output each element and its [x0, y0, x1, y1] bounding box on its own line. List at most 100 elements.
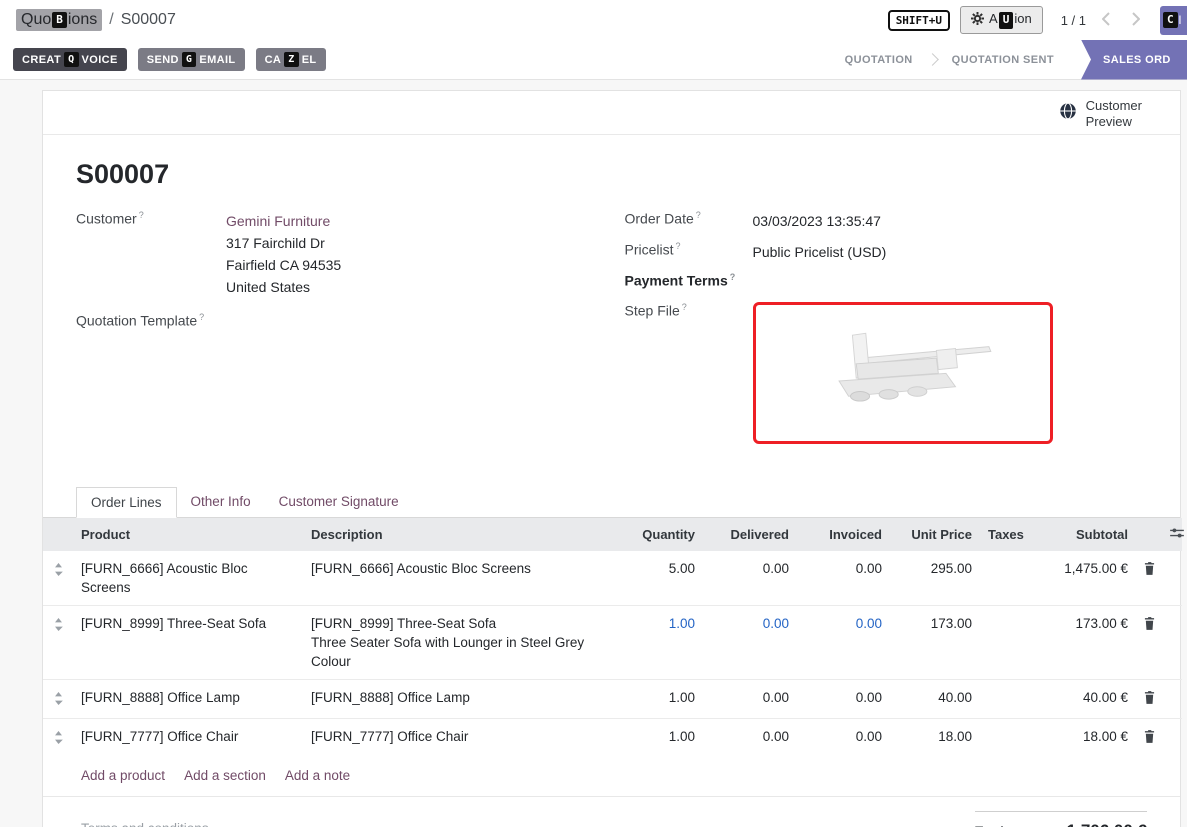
cell-unit-price[interactable]: 40.00: [890, 679, 980, 718]
customer-preview-button[interactable]: Customer Preview: [1059, 98, 1142, 129]
cell-quantity[interactable]: 1.00: [603, 718, 703, 757]
cell-product[interactable]: [FURN_8888] Office Lamp: [73, 679, 303, 718]
terms-placeholder[interactable]: Terms and conditions...: [81, 811, 220, 827]
form-fields: Customer? Gemini Furniture 317 Fairchild…: [76, 210, 1147, 453]
drag-handle-icon[interactable]: [43, 718, 73, 757]
pricelist-value[interactable]: Public Pricelist (USD): [753, 241, 887, 263]
create-invoice-button[interactable]: CREATQVOICE: [13, 48, 127, 71]
step-file-image[interactable]: [753, 302, 1053, 444]
breadcrumb-quotations[interactable]: QuoBions: [16, 9, 102, 31]
form-sheet: Customer Preview S00007 Customer? Gemini…: [42, 90, 1181, 827]
column-header-description: Description: [303, 518, 603, 551]
cell-subtotal: 40.00 €: [1032, 679, 1136, 718]
action-menu-button[interactable]: AUion: [960, 6, 1043, 33]
cell-delivered[interactable]: 0.00: [703, 605, 797, 679]
tab-customer-signature[interactable]: Customer Signature: [265, 487, 413, 517]
add-a-note-link[interactable]: Add a note: [285, 768, 350, 783]
close-button[interactable]: Cl: [1160, 6, 1187, 35]
quotation-template-label: Quotation Template?: [76, 312, 226, 329]
record-title: S00007: [76, 159, 1147, 190]
trash-column-header: [1136, 518, 1162, 551]
help-icon: ?: [139, 210, 144, 220]
breadcrumb-quotations-text: ions: [68, 11, 97, 29]
cell-invoiced[interactable]: 0.00: [797, 605, 890, 679]
add-a-product-link[interactable]: Add a product: [81, 768, 165, 783]
cell-spacer: [1162, 679, 1182, 718]
cell-spacer: [1162, 551, 1182, 606]
hint-action: U: [999, 12, 1014, 28]
cell-product[interactable]: [FURN_6666] Acoustic Bloc Screens: [73, 551, 303, 606]
table-header-row: Product Description Quantity Delivered I…: [43, 518, 1182, 551]
tab-other-info[interactable]: Other Info: [177, 487, 265, 517]
cell-delivered[interactable]: 0.00: [703, 718, 797, 757]
cell-delivered[interactable]: 0.00: [703, 679, 797, 718]
order-date-value[interactable]: 03/03/2023 13:35:47: [753, 210, 881, 232]
cell-unit-price[interactable]: 18.00: [890, 718, 980, 757]
action-label: AUion: [989, 11, 1032, 28]
help-icon: ?: [676, 241, 681, 251]
cell-product[interactable]: [FURN_7777] Office Chair: [73, 718, 303, 757]
handle-column-header: [43, 518, 73, 551]
status-step-quotation[interactable]: QUOTATION: [830, 54, 928, 66]
drag-handle-icon[interactable]: [43, 551, 73, 606]
status-step-quotation-sent[interactable]: QUOTATION SENT: [937, 54, 1069, 66]
cancel-button[interactable]: CAZEL: [256, 48, 326, 71]
cell-taxes[interactable]: [980, 551, 1032, 606]
cell-invoiced[interactable]: 0.00: [797, 679, 890, 718]
cell-quantity[interactable]: 1.00: [603, 605, 703, 679]
tab-order-lines[interactable]: Order Lines: [76, 487, 177, 518]
help-icon: ?: [696, 210, 701, 220]
breadcrumb-record: S00007: [121, 11, 176, 29]
cell-delivered[interactable]: 0.00: [703, 551, 797, 606]
help-icon: ?: [730, 272, 736, 282]
column-header-taxes: Taxes: [980, 518, 1032, 551]
cell-taxes[interactable]: [980, 679, 1032, 718]
table-row: [FURN_6666] Acoustic Bloc Screens [FURN_…: [43, 551, 1182, 606]
cell-invoiced[interactable]: 0.00: [797, 551, 890, 606]
table-footer-links: Add a product Add a section Add a note: [43, 757, 1180, 797]
hint-breadcrumb: B: [52, 12, 67, 28]
table-row: [FURN_8888] Office Lamp [FURN_8888] Offi…: [43, 679, 1182, 718]
trash-icon[interactable]: [1136, 605, 1162, 679]
status-step-sales-order[interactable]: SALES ORD: [1081, 40, 1187, 80]
cell-unit-price[interactable]: 173.00: [890, 605, 980, 679]
step-file-label: Step File?: [625, 302, 753, 319]
column-header-invoiced: Invoiced: [797, 518, 890, 551]
cell-quantity[interactable]: 1.00: [603, 679, 703, 718]
column-header-subtotal: Subtotal: [1032, 518, 1136, 551]
trash-icon[interactable]: [1136, 718, 1162, 757]
cell-description[interactable]: [FURN_6666] Acoustic Bloc Screens: [303, 551, 603, 606]
cell-invoiced[interactable]: 0.00: [797, 718, 890, 757]
add-a-section-link[interactable]: Add a section: [184, 768, 266, 783]
cell-subtotal: 173.00 €: [1032, 605, 1136, 679]
cell-taxes[interactable]: [980, 605, 1032, 679]
cell-unit-price[interactable]: 295.00: [890, 551, 980, 606]
cell-description[interactable]: [FURN_8999] Three-Seat Sofa Three Seater…: [303, 605, 603, 679]
order-date-label: Order Date?: [625, 210, 753, 227]
drag-handle-icon[interactable]: [43, 679, 73, 718]
cell-taxes[interactable]: [980, 718, 1032, 757]
customer-link[interactable]: Gemini Furniture: [226, 213, 330, 229]
breadcrumb-quotations-text: Quo: [21, 11, 51, 29]
send-email-button[interactable]: SENDGEMAIL: [138, 48, 245, 71]
table-row: [FURN_8999] Three-Seat Sofa [FURN_8999] …: [43, 605, 1182, 679]
trash-icon[interactable]: [1136, 679, 1162, 718]
cell-product[interactable]: [FURN_8999] Three-Seat Sofa: [73, 605, 303, 679]
optional-columns-icon[interactable]: [1170, 527, 1184, 542]
status-bar: QUOTATION QUOTATION SENT SALES ORD: [830, 40, 1187, 79]
cell-spacer: [1162, 718, 1182, 757]
main-content: Customer Preview S00007 Customer? Gemini…: [0, 80, 1187, 827]
trash-icon[interactable]: [1136, 551, 1162, 606]
drag-handle-icon[interactable]: [43, 605, 73, 679]
cell-quantity[interactable]: 5.00: [603, 551, 703, 606]
pager-previous-button[interactable]: [1096, 12, 1116, 29]
cell-description[interactable]: [FURN_8888] Office Lamp: [303, 679, 603, 718]
pager-next-button[interactable]: [1126, 12, 1146, 29]
hint-send-email: G: [182, 52, 196, 67]
sheet-header-strip: Customer Preview: [43, 91, 1180, 135]
cell-description[interactable]: [FURN_7777] Office Chair: [303, 718, 603, 757]
sheet-footer: Terms and conditions... Total: 1,706.00 …: [43, 797, 1180, 827]
order-total: Total: 1,706.00 €: [975, 811, 1147, 827]
optional-columns-header: [1162, 518, 1182, 551]
column-header-product: Product: [73, 518, 303, 551]
